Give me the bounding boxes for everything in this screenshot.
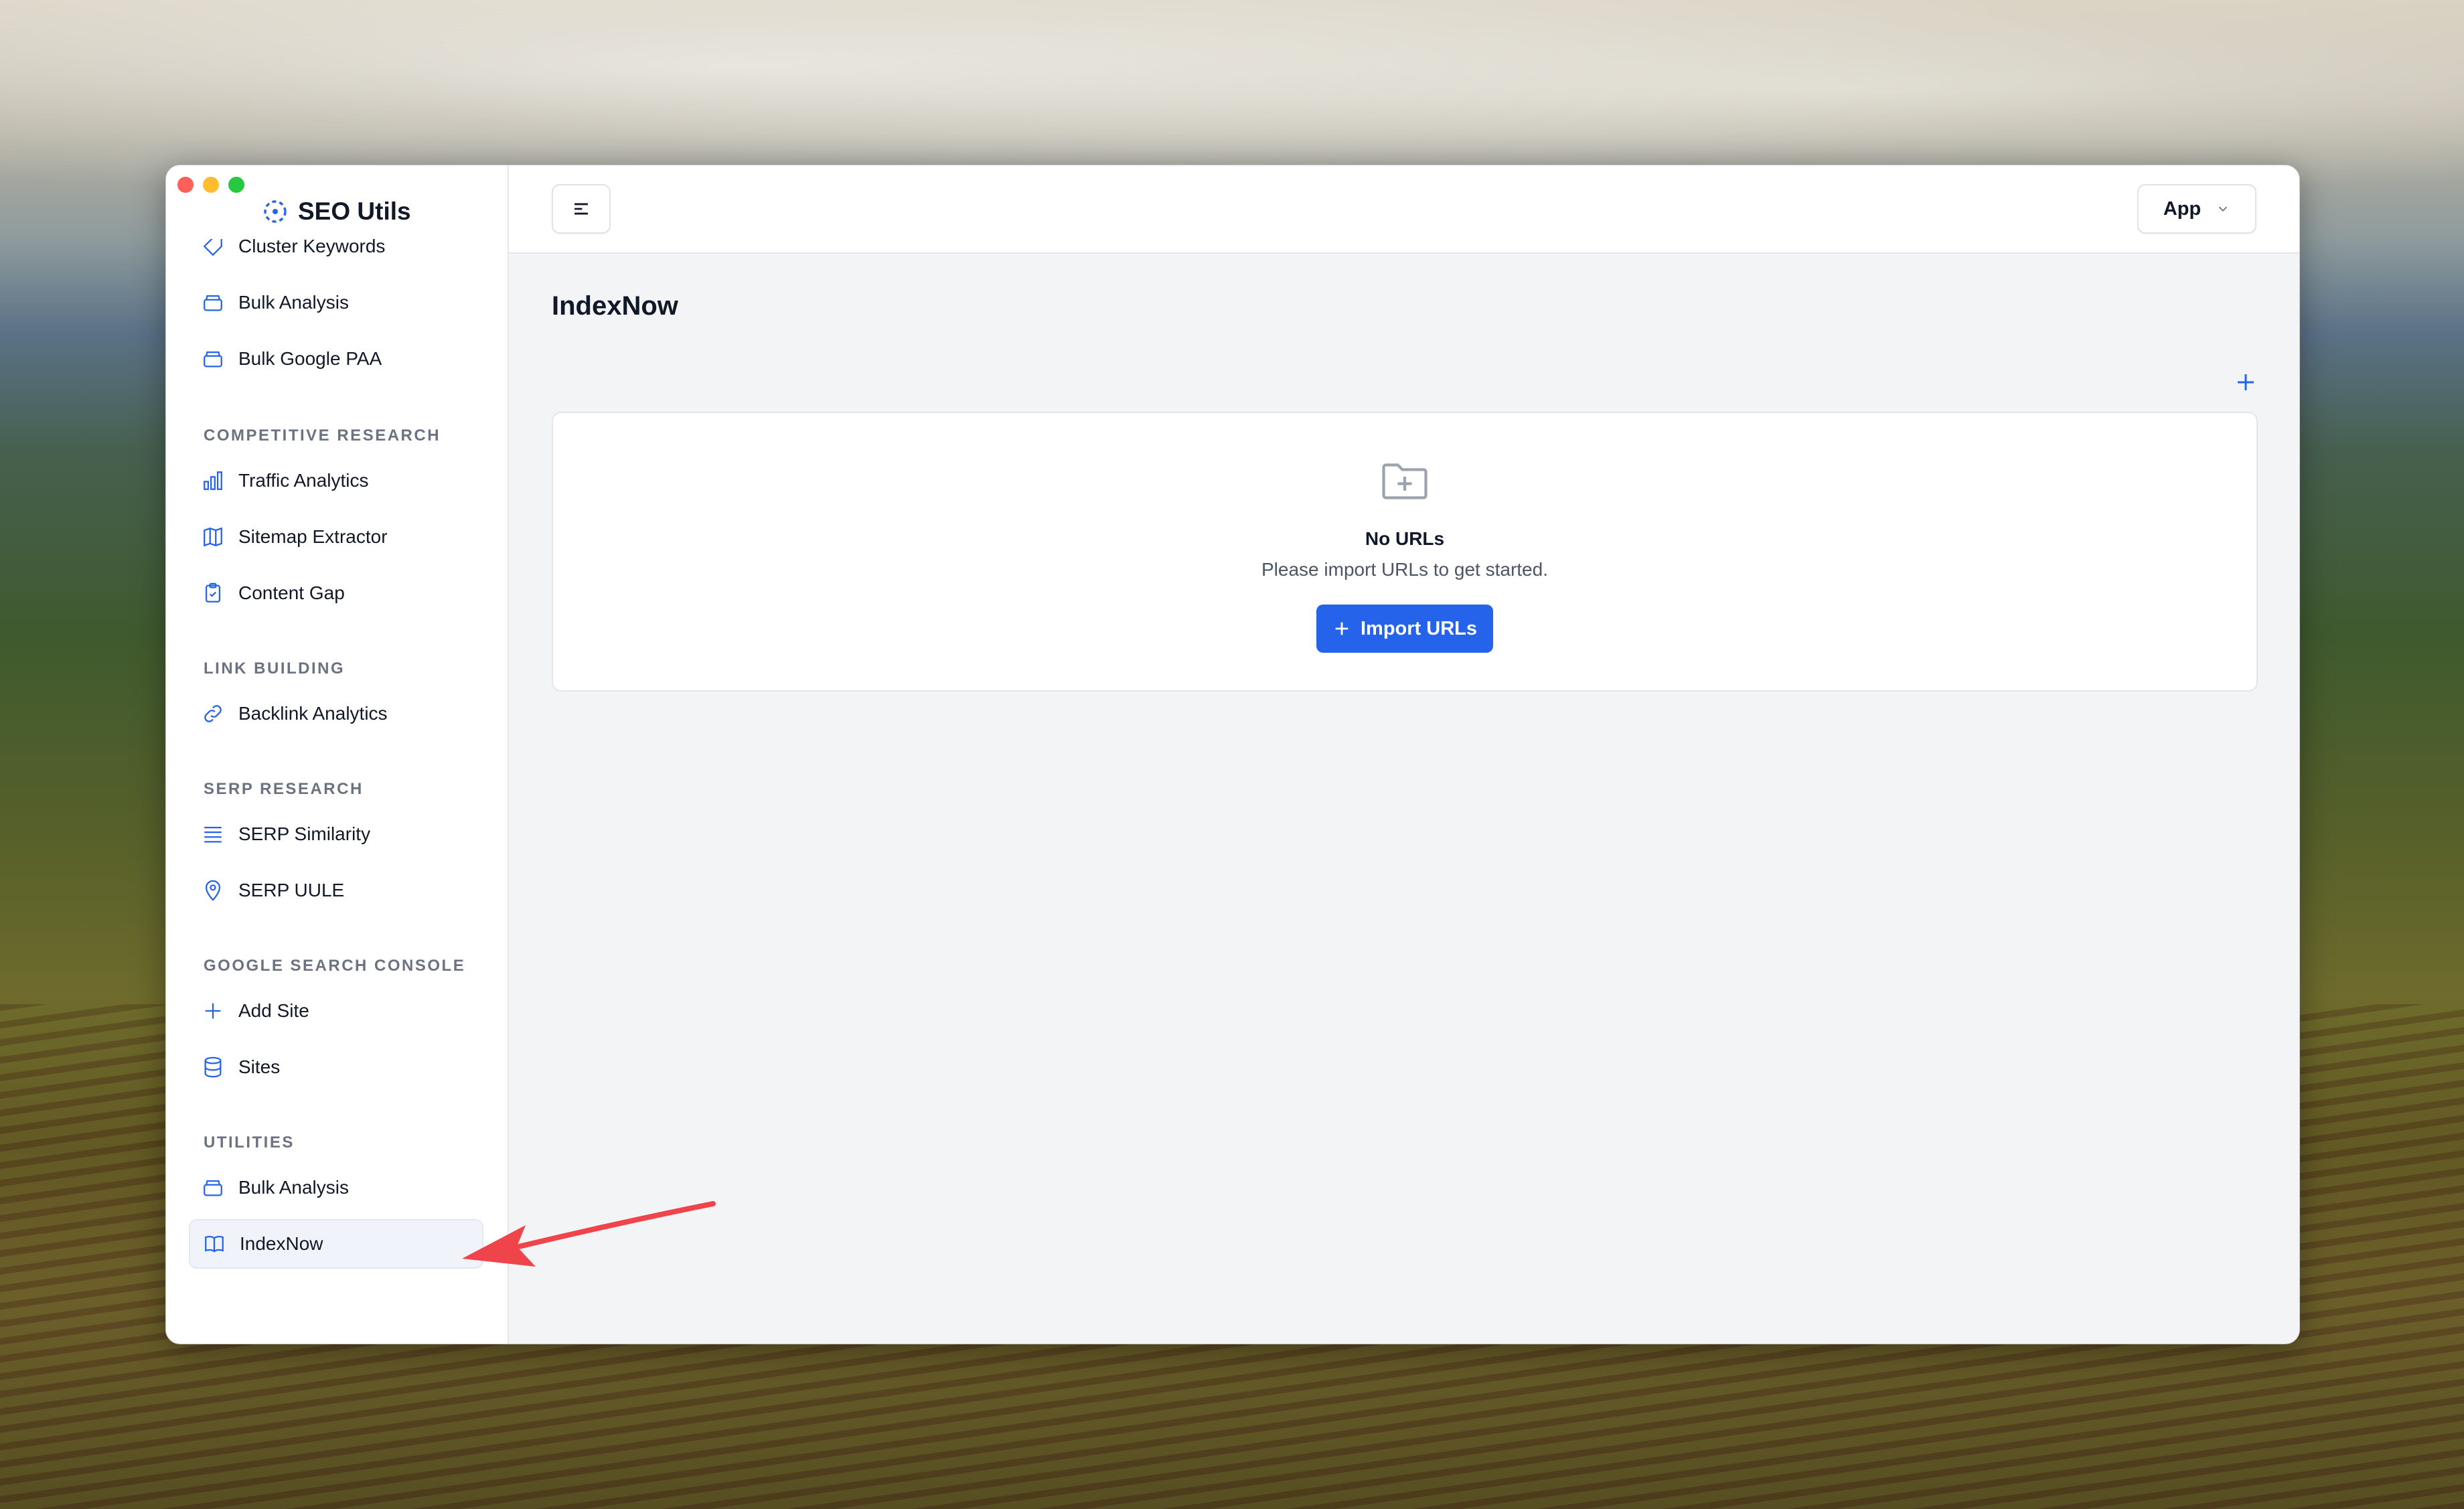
sidebar-item-label: Content Gap	[238, 582, 345, 603]
sidebar-item-sites[interactable]: Sites	[189, 1042, 483, 1092]
sidebar-item-add-site[interactable]: Add Site	[189, 986, 483, 1036]
book-icon	[201, 1230, 228, 1257]
sidebar-item-utilities-bulk-analysis[interactable]: Bulk Analysis	[189, 1163, 483, 1212]
sidebar-item-backlink-analytics[interactable]: Backlink Analytics	[189, 689, 483, 738]
sidebar-item-label: Traffic Analytics	[238, 470, 369, 491]
list-icon	[200, 821, 226, 848]
brand[interactable]: SEO Utils	[262, 197, 411, 226]
plus-icon	[200, 998, 226, 1024]
sidebar-item-traffic-analytics[interactable]: Traffic Analytics	[189, 456, 483, 505]
page-title: IndexNow	[552, 291, 678, 321]
section-title-google-search-console: GOOGLE SEARCH CONSOLE	[204, 957, 466, 975]
section-title-link-building: LINK BUILDING	[204, 659, 345, 678]
add-url-button[interactable]	[2230, 366, 2262, 398]
empty-state: No URLs Please import URLs to get starte…	[553, 453, 2256, 653]
stack-icon	[200, 1174, 226, 1201]
database-icon	[200, 1054, 226, 1081]
plus-icon	[2238, 374, 2254, 390]
empty-state-title: No URLs	[1365, 528, 1445, 549]
sidebar-item-label: SERP Similarity	[238, 823, 371, 844]
sidebar-item-label: Add Site	[238, 1000, 309, 1021]
annotation-arrow	[462, 1201, 716, 1267]
sidebar-item-serp-similarity[interactable]: SERP Similarity	[189, 809, 483, 859]
app-window: SEO Utils Cluster Keywords Bulk Analysis	[165, 165, 2300, 1344]
brand-name: SEO Utils	[298, 197, 411, 225]
chevron-down-icon	[2219, 206, 2228, 212]
sidebar-item-label: Sites	[238, 1056, 281, 1077]
sidebar-item-bulk-google-paa[interactable]: Bulk Google PAA	[189, 334, 483, 384]
brand-logo-icon	[264, 200, 287, 223]
map-icon	[200, 524, 226, 550]
link-icon	[200, 700, 226, 727]
section-title-competitive-research: COMPETITIVE RESEARCH	[204, 426, 441, 445]
sidebar-item-label: Bulk Google PAA	[238, 348, 382, 369]
sidebar-item-label: Sitemap Extractor	[238, 526, 388, 547]
section-title-serp-research: SERP RESEARCH	[204, 780, 364, 798]
plus-icon	[1335, 622, 1349, 635]
sidebar-item-label: IndexNow	[240, 1233, 323, 1254]
window-controls	[177, 177, 244, 193]
sidebar: SEO Utils Cluster Keywords Bulk Analysis	[166, 165, 509, 1344]
sidebar-item-label: SERP UULE	[238, 880, 345, 900]
app-selector[interactable]: App	[2137, 184, 2256, 234]
close-window-button[interactable]	[177, 177, 194, 193]
import-urls-label: Import URLs	[1361, 617, 1477, 639]
empty-state-card: No URLs Please import URLs to get starte…	[552, 412, 2258, 692]
sidebar-item-label: Bulk Analysis	[238, 1177, 349, 1198]
sidebar-item-sitemap-extractor[interactable]: Sitemap Extractor	[189, 512, 483, 562]
stack-icon	[200, 345, 226, 372]
bar-chart-icon	[200, 467, 226, 494]
sidebar-item-bulk-analysis[interactable]: Bulk Analysis	[189, 278, 483, 327]
sidebar-item-indexnow[interactable]: IndexNow	[189, 1219, 483, 1269]
zoom-window-button[interactable]	[228, 177, 244, 193]
sidebar-header: SEO Utils	[166, 165, 508, 239]
toggle-sidebar-button[interactable]	[552, 184, 611, 234]
folder-plus-icon	[1382, 463, 1428, 499]
import-urls-button[interactable]: Import URLs	[1316, 605, 1493, 653]
sidebar-item-label: Bulk Analysis	[238, 292, 349, 313]
sidebar-item-label: Backlink Analytics	[238, 703, 388, 724]
map-pin-icon	[200, 877, 226, 904]
menu-icon	[574, 203, 588, 215]
section-title-utilities: UTILITIES	[204, 1133, 295, 1151]
top-bar: App	[509, 165, 2299, 254]
app-selector-label: App	[2163, 197, 2202, 220]
sidebar-item-serp-uule[interactable]: SERP UULE	[189, 866, 483, 915]
main-content: App IndexNow No URLs Please import URLs …	[509, 165, 2299, 1344]
empty-state-description: Please import URLs to get started.	[1261, 559, 1548, 580]
stack-icon	[200, 289, 226, 316]
sidebar-item-content-gap[interactable]: Content Gap	[189, 568, 483, 618]
minimize-window-button[interactable]	[203, 177, 219, 193]
clipboard-check-icon	[200, 580, 226, 607]
